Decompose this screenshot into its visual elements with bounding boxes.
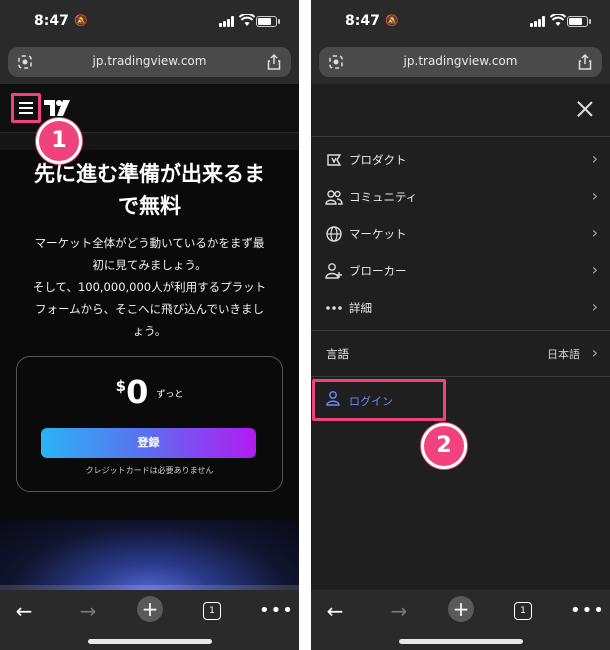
menu-item-label: ブローカー bbox=[349, 264, 407, 278]
menu-divider bbox=[311, 376, 610, 377]
menu-item-broker[interactable]: ブローカー › bbox=[311, 253, 610, 289]
left-screenshot: 8:47 🔕 jp.tradingview.com 1 先に進む準備が出来るま … bbox=[0, 0, 299, 650]
hero-headline: 先に進む準備が出来るま で無料 bbox=[10, 158, 289, 222]
right-screenshot: 8:47 🔕 jp.tradingview.com プロダクト › コミュニティ… bbox=[311, 0, 610, 650]
price-display: $0 ずっと bbox=[17, 373, 282, 411]
status-time: 8:47 bbox=[34, 13, 69, 29]
share-icon[interactable] bbox=[578, 54, 592, 70]
chevron-right-icon: › bbox=[591, 149, 598, 168]
status-bar: 8:47 🔕 bbox=[311, 0, 610, 42]
headline-line: 先に進む準備が出来るま bbox=[34, 162, 265, 186]
login-label: ログイン bbox=[349, 395, 393, 408]
close-icon[interactable] bbox=[576, 100, 594, 118]
hamburger-menu-button[interactable] bbox=[11, 93, 41, 123]
menu-item-label: コミュニティ bbox=[349, 190, 418, 204]
wifi-icon bbox=[550, 14, 566, 26]
register-button[interactable]: 登録 bbox=[41, 428, 256, 458]
signup-card: $0 ずっと 登録 クレジットカードは必要ありません bbox=[16, 356, 283, 492]
menu-item-details[interactable]: 詳細 › bbox=[311, 290, 610, 326]
chevron-right-icon: › bbox=[591, 186, 598, 205]
url-text: jp.tradingview.com bbox=[92, 54, 207, 68]
menu-item-label: マーケット bbox=[349, 227, 407, 241]
globe-icon bbox=[326, 226, 342, 242]
language-value: 日本語 bbox=[547, 348, 580, 361]
menu-item-product[interactable]: プロダクト › bbox=[311, 142, 610, 178]
browser-toolbar: ← → + 1 ••• bbox=[311, 590, 610, 650]
back-arrow-icon[interactable]: ← bbox=[13, 600, 35, 622]
menu-item-community[interactable]: コミュニティ › bbox=[311, 179, 610, 215]
address-bar[interactable]: jp.tradingview.com bbox=[319, 47, 602, 77]
back-arrow-icon[interactable]: ← bbox=[324, 600, 346, 622]
tab-switcher-button[interactable]: 1 bbox=[514, 602, 532, 620]
browser-address-area: jp.tradingview.com bbox=[311, 42, 610, 84]
login-button[interactable]: ログイン bbox=[311, 382, 610, 418]
new-tab-plus-icon[interactable]: + bbox=[137, 596, 163, 622]
description-line: ょう。 bbox=[132, 324, 167, 338]
hero-description: マーケット全体がどう動いているかをまず最 初に見てみましょう。 そして、100,… bbox=[14, 232, 285, 342]
wifi-icon bbox=[239, 14, 255, 26]
chevron-right-icon: › bbox=[591, 343, 598, 362]
hero-background-image bbox=[0, 520, 299, 595]
share-icon[interactable] bbox=[267, 54, 281, 70]
step-marker-2: 2 bbox=[421, 423, 467, 469]
forward-arrow-icon[interactable]: → bbox=[77, 600, 99, 622]
more-dots-icon bbox=[326, 306, 342, 310]
menu-divider bbox=[311, 330, 610, 331]
description-line: マーケット全体がどう動いているかをまず最 bbox=[34, 236, 265, 250]
home-indicator bbox=[88, 639, 212, 644]
user-icon bbox=[326, 391, 340, 406]
broker-icon bbox=[325, 263, 342, 279]
community-icon bbox=[325, 190, 343, 205]
battery-icon bbox=[567, 16, 591, 27]
menu-item-label: プロダクト bbox=[349, 153, 407, 167]
chevron-right-icon: › bbox=[591, 223, 598, 242]
description-line: そして、100,000,000人が利用するプラット bbox=[32, 280, 267, 294]
chevron-right-icon: › bbox=[591, 260, 598, 279]
menu-header bbox=[311, 84, 610, 137]
price-note: ずっと bbox=[156, 390, 184, 400]
credit-card-note: クレジットカードは必要ありません bbox=[85, 466, 214, 475]
tradingview-logo-icon[interactable] bbox=[44, 100, 72, 116]
battery-icon bbox=[256, 16, 280, 27]
chevron-right-icon: › bbox=[591, 297, 598, 316]
price-currency: $ bbox=[115, 377, 127, 395]
headline-line: で無料 bbox=[118, 194, 181, 218]
description-line: フォームから、そこへに飛び込んでいきまし bbox=[34, 302, 265, 316]
new-tab-plus-icon[interactable]: + bbox=[448, 596, 474, 622]
status-time: 8:47 bbox=[345, 13, 380, 29]
home-indicator bbox=[399, 639, 523, 644]
tab-switcher-button[interactable]: 1 bbox=[203, 602, 221, 620]
status-bar: 8:47 🔕 bbox=[0, 0, 299, 42]
menu-item-market[interactable]: マーケット › bbox=[311, 216, 610, 252]
more-dots-icon[interactable]: ••• bbox=[570, 600, 604, 622]
address-bar[interactable]: jp.tradingview.com bbox=[8, 47, 291, 77]
menu-item-label: 詳細 bbox=[349, 301, 372, 315]
silent-bell-icon: 🔕 bbox=[74, 14, 88, 27]
browser-address-area: jp.tradingview.com bbox=[0, 42, 299, 84]
forward-arrow-icon[interactable]: → bbox=[388, 600, 410, 622]
price-value: 0 bbox=[126, 373, 149, 411]
product-icon bbox=[327, 154, 342, 166]
menu-item-language[interactable]: 言語 日本語 › bbox=[311, 336, 610, 372]
language-label: 言語 bbox=[326, 347, 349, 361]
browser-toolbar: ← → + 1 ••• bbox=[0, 590, 299, 650]
description-line: 初に見てみましょう。 bbox=[92, 258, 207, 272]
silent-bell-icon: 🔕 bbox=[385, 14, 399, 27]
signal-icon bbox=[530, 16, 548, 27]
signal-icon bbox=[219, 16, 237, 27]
url-text: jp.tradingview.com bbox=[403, 54, 518, 68]
more-dots-icon[interactable]: ••• bbox=[259, 600, 293, 622]
